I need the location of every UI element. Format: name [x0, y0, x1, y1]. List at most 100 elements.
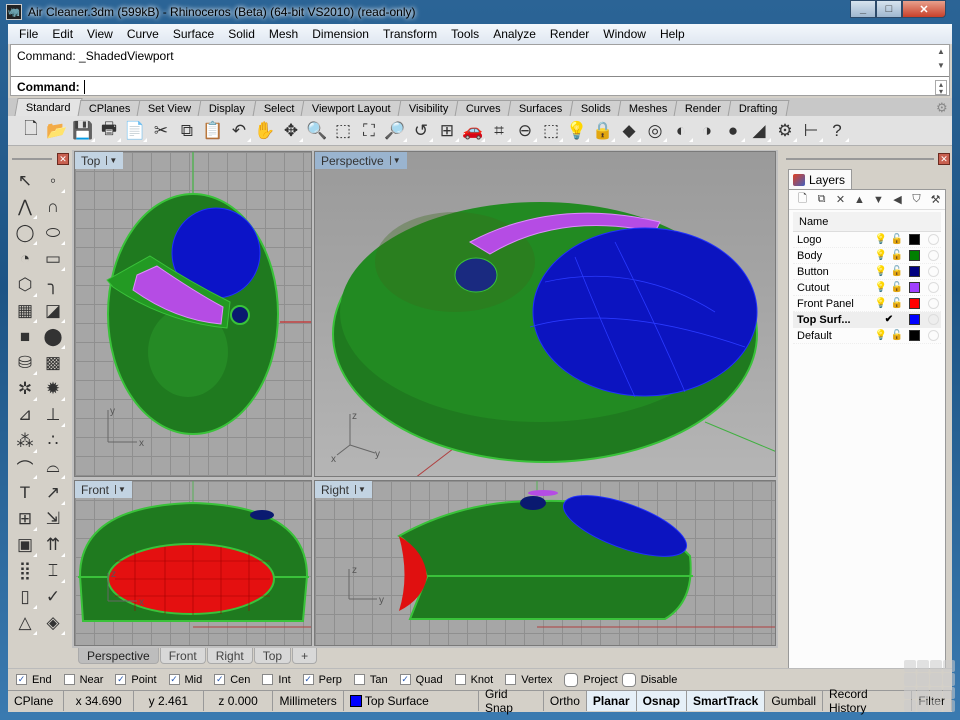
light-bulb-icon[interactable]: 💡 [873, 298, 889, 309]
box-tool[interactable]: ■ [12, 324, 38, 350]
undo-view-button[interactable]: ↺ [408, 119, 434, 143]
toggle-button[interactable] [564, 672, 579, 687]
layer-color-swatch[interactable] [909, 250, 920, 261]
save-button[interactable]: 💾 [70, 119, 96, 143]
layer-row[interactable]: Default 💡 🔓 [793, 328, 941, 344]
viewport-tab-front[interactable]: Front [159, 648, 206, 664]
explode-tool[interactable]: ✹ [40, 376, 66, 402]
status-gumball[interactable]: Gumball [765, 691, 823, 711]
lock-button[interactable]: 🔒 [590, 119, 616, 143]
zoom-dynamic-button[interactable]: 🔍 [304, 119, 330, 143]
open-button[interactable]: 📂 [44, 119, 70, 143]
fillet-curve-tool[interactable]: ╮ [40, 272, 66, 298]
chevron-down-icon[interactable]: ▼ [106, 156, 117, 165]
chevron-down-icon[interactable]: ▼ [389, 156, 401, 165]
layer-color-swatch[interactable] [909, 330, 920, 341]
zoom-extents-button[interactable]: ⛶ [356, 119, 382, 143]
delete-layer-icon[interactable]: ✕ [831, 193, 850, 206]
status-planar[interactable]: Planar [586, 691, 637, 711]
undo-button[interactable]: ↶ [226, 119, 252, 143]
rotate-view-button[interactable]: ✥ [278, 119, 304, 143]
select-button[interactable]: ⬚ [538, 119, 564, 143]
current-layer[interactable]: Top Surface [344, 691, 479, 711]
polygon-tool[interactable]: ⬡ [12, 272, 38, 298]
menu-mesh[interactable]: Mesh [262, 27, 305, 41]
car-button[interactable]: 🚗 [460, 119, 486, 143]
mesh-tool[interactable]: ▩ [40, 350, 66, 376]
layer-material-icon[interactable] [928, 250, 939, 261]
tab-viewport-layout[interactable]: Viewport Layout [300, 100, 403, 116]
checkbox[interactable] [63, 674, 75, 685]
osnap-knot[interactable]: Knot [454, 674, 493, 686]
layer-color-swatch[interactable] [909, 298, 920, 309]
checkbox[interactable]: ✓ [115, 674, 127, 685]
layers-panel-close-button[interactable]: ✕ [938, 153, 950, 165]
wireframe-sphere-button[interactable]: ◐ [668, 119, 694, 143]
viewport-tab-top[interactable]: Top [253, 648, 292, 664]
fillet-edge-tool[interactable]: ⌒ [12, 454, 38, 480]
boolean-union-tool[interactable]: ✲ [12, 376, 38, 402]
chevron-down-icon[interactable]: ▼ [115, 485, 126, 494]
menu-file[interactable]: File [12, 27, 45, 41]
tab-cplanes[interactable]: CPlanes [77, 100, 142, 116]
shaded-sphere-button[interactable]: ◑ [694, 119, 720, 143]
group-tool[interactable]: ⁂ [12, 428, 38, 454]
pan-button[interactable]: ✋ [252, 119, 278, 143]
unlock-icon[interactable]: 🔓 [889, 298, 905, 309]
minimize-button[interactable]: _ [850, 0, 876, 18]
layer-material-icon[interactable] [928, 314, 939, 325]
scale-tool[interactable]: ⇲ [40, 506, 66, 532]
menu-curve[interactable]: Curve [120, 27, 166, 41]
menu-window[interactable]: Window [596, 27, 653, 41]
status-osnap[interactable]: Osnap [636, 691, 687, 711]
solid-shapes-tool[interactable]: △ [12, 610, 38, 636]
layer-material-icon[interactable] [928, 266, 939, 277]
tab-solids[interactable]: Solids [569, 100, 622, 116]
menu-dimension[interactable]: Dimension [305, 27, 376, 41]
tab-render[interactable]: Render [673, 100, 733, 116]
left-toolbar-close-button[interactable]: ✕ [57, 153, 69, 165]
checkbox[interactable] [454, 674, 466, 685]
checkbox[interactable] [505, 674, 517, 685]
toggle-button[interactable] [621, 672, 636, 687]
color-wheel-button[interactable]: ◎ [642, 119, 668, 143]
menu-view[interactable]: View [80, 27, 120, 41]
rectangle-tool[interactable]: ▭ [40, 246, 66, 272]
menu-tools[interactable]: Tools [444, 27, 486, 41]
four-viewports-button[interactable]: ⊞ [434, 119, 460, 143]
copy-button[interactable]: ⧉ [174, 119, 200, 143]
viewport-top[interactable]: Top ▼ y x [74, 151, 312, 477]
menu-render[interactable]: Render [543, 27, 596, 41]
tab-drafting[interactable]: Drafting [727, 100, 790, 116]
osnap-cen[interactable]: ✓ Cen [214, 674, 250, 686]
light-bulb-icon[interactable]: 💡 [873, 250, 889, 261]
chevron-down-icon[interactable]: ▼ [355, 485, 366, 494]
unlock-icon[interactable]: 🔓 [889, 234, 905, 245]
check-tool[interactable]: ✓ [40, 584, 66, 610]
solid-tools-tool[interactable]: ▣ [12, 532, 38, 558]
project-tool[interactable]: ⇈ [40, 532, 66, 558]
checkbox[interactable]: ✓ [168, 674, 180, 685]
zoom-window-button[interactable]: ⬚ [330, 119, 356, 143]
osnap-tan[interactable]: Tan [353, 674, 388, 686]
print-button[interactable]: 🖶 [96, 119, 122, 143]
light-bulb-icon[interactable]: 💡 [873, 282, 889, 293]
analyze-tool[interactable]: ⌶ [40, 558, 66, 584]
offset-curve-tool[interactable]: ⌓ [40, 454, 66, 480]
toolbar-settings-gear-icon[interactable]: ⚙ [936, 100, 950, 115]
spotlight-button[interactable]: ◢ [746, 119, 772, 143]
osnap-int[interactable]: Int [262, 674, 291, 686]
status-grid-snap[interactable]: Grid Snap [479, 687, 544, 715]
sphere-tool[interactable]: ⬤ [40, 324, 66, 350]
tab-select[interactable]: Select [252, 100, 306, 116]
light-bulb-icon[interactable]: 💡 [873, 266, 889, 277]
move-down-icon[interactable]: ▼ [869, 194, 888, 206]
light-bulb-button[interactable]: 💡 [564, 119, 590, 143]
osnap-quad[interactable]: ✓ Quad [399, 674, 443, 686]
command-spinner[interactable]: ▴ ▾ [935, 80, 947, 96]
osnap-vertex[interactable]: Vertex [505, 674, 552, 686]
move-tool[interactable]: ↗ [40, 480, 66, 506]
checkbox[interactable]: ✓ [16, 674, 27, 685]
checkbox[interactable]: ✓ [302, 674, 314, 685]
split-tool[interactable]: ⊥ [40, 402, 66, 428]
